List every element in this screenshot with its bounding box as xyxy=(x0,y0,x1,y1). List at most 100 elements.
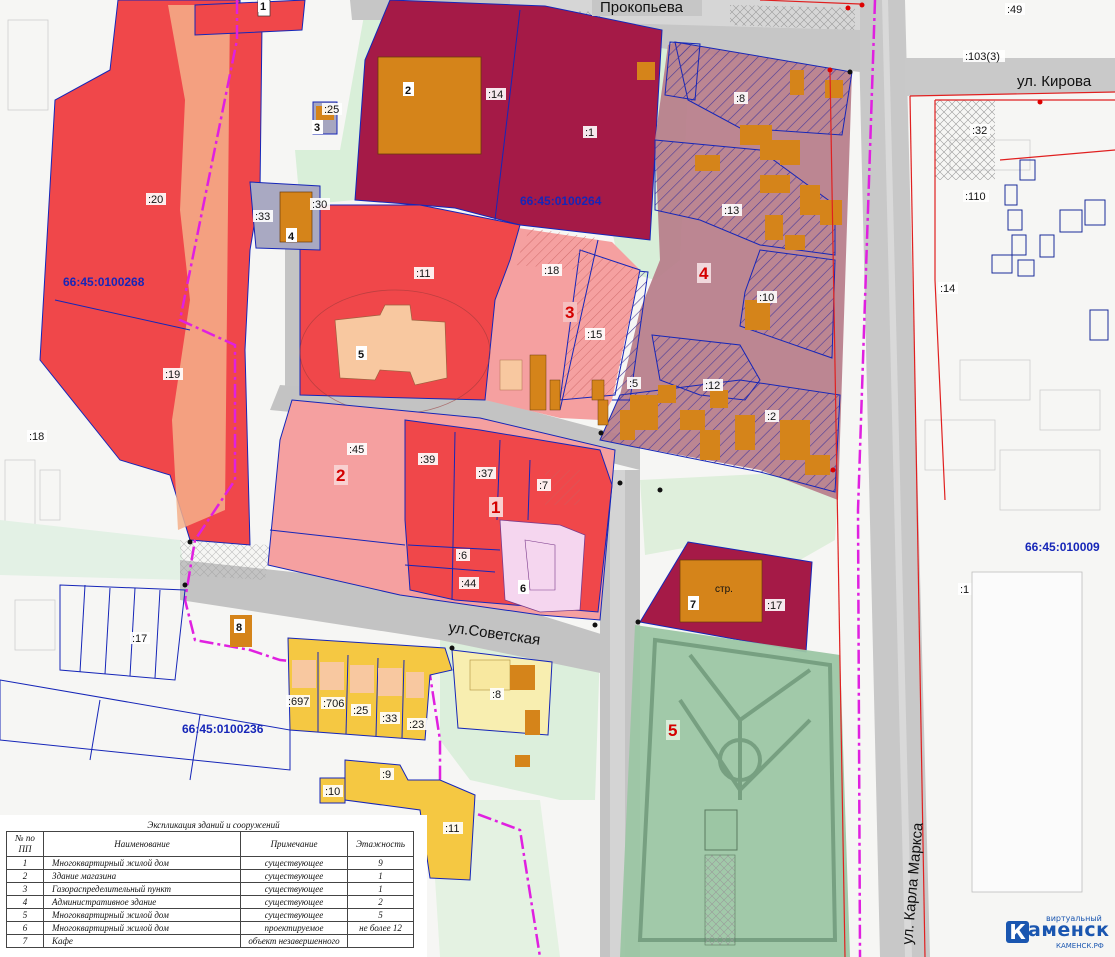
kamensk-logo[interactable]: виртуальный К аменск КАМЕНСК.РФ xyxy=(1006,914,1111,954)
building-number-6: 6 xyxy=(520,583,526,595)
parcel-6: :6 xyxy=(458,550,467,562)
parcel-30: :30 xyxy=(312,199,327,211)
zone-number-1: 1 xyxy=(491,498,500,517)
map-canvas[interactable]: Прокопьева ул. Кирова ул.Советская ул. К… xyxy=(0,0,1115,957)
legend-row: 7 Кафе объект незавершенного xyxy=(6,934,414,948)
legend-grid: № по ПП Наименование Примечание Этажност… xyxy=(6,831,414,948)
parcel-17-west: :17 xyxy=(132,633,147,645)
legend-cell-name: Многоквартирный жилой дом xyxy=(43,921,241,935)
legend-cell-floors: 2 xyxy=(347,895,414,909)
parcel-18: :18 xyxy=(544,265,559,277)
parcel-13: :13 xyxy=(724,205,739,217)
zone-number-2: 2 xyxy=(336,466,345,485)
parcel-32: :32 xyxy=(972,125,987,137)
parcel-14-east: :14 xyxy=(940,283,955,295)
legend-cell-note: существующее xyxy=(240,908,348,922)
legend-header-row: № по ПП Наименование Примечание Этажност… xyxy=(6,831,414,857)
street-prokopieva-label: Прокопьева xyxy=(600,0,684,16)
legend-cell-note: существующее xyxy=(240,882,348,896)
legend-row: 4 Административное здание существующее 2 xyxy=(6,895,414,909)
legend-header-name: Наименование xyxy=(43,831,241,857)
cadastral-block-236: 66:45:0100236 xyxy=(182,722,264,736)
zone-red-5[interactable] xyxy=(299,204,521,415)
legend-cell-note: существующее xyxy=(240,856,348,870)
legend-cell-number: 1 xyxy=(6,856,44,870)
building-number-2: 2 xyxy=(405,85,411,97)
legend-cell-number: 4 xyxy=(6,895,44,909)
legend-title: Экспликация зданий и сооружений xyxy=(147,820,280,830)
legend-table: Экспликация зданий и сооружений № по ПП … xyxy=(0,815,427,957)
cadastral-block-268: 66:45:0100268 xyxy=(63,275,145,289)
parcel-10-south: :10 xyxy=(325,786,340,798)
parcel-20: :20 xyxy=(148,194,163,206)
legend-cell-floors: 9 xyxy=(347,856,414,870)
parcel-11: :11 xyxy=(416,268,430,280)
legend-cell-number: 5 xyxy=(6,908,44,922)
parcel-2: :2 xyxy=(767,411,776,423)
parcel-18-west: :18 xyxy=(29,431,44,443)
legend-cell-name: Многоквартирный жилой дом xyxy=(43,856,241,870)
building-7-label: стр. xyxy=(715,584,733,595)
parcel-39: :39 xyxy=(420,454,435,466)
legend-row: 2 Здание магазина существующее 1 xyxy=(6,869,414,883)
parcel-5: :5 xyxy=(629,378,638,390)
cadastral-block-264: 66:45:0100264 xyxy=(520,194,602,208)
parcel-8-south: :8 xyxy=(492,689,501,701)
legend-cell-floors: 1 xyxy=(347,869,414,883)
zone-number-5: 5 xyxy=(668,721,677,740)
parcel-25: :25 xyxy=(324,104,339,116)
legend-cell-name: Административное здание xyxy=(43,895,241,909)
parcel-706: :706 xyxy=(323,698,344,710)
legend-cell-floors: 5 xyxy=(347,908,414,922)
zone-number-3: 3 xyxy=(565,303,574,322)
zone-maroon-north[interactable] xyxy=(354,0,663,241)
legend-cell-note: объект незавершенного xyxy=(240,934,348,948)
parcel-7: :7 xyxy=(539,480,548,492)
legend-cell-name: Многоквартирный жилой дом xyxy=(43,908,241,922)
parcel-19: :19 xyxy=(165,369,180,381)
parcel-23: :23 xyxy=(409,719,424,731)
parcel-103: :103(3) xyxy=(965,51,1000,63)
street-kirova-label: ул. Кирова xyxy=(1017,73,1092,90)
legend-row: 5 Многоквартирный жилой дом существующее… xyxy=(6,908,414,922)
legend-row: 1 Многоквартирный жилой дом существующее… xyxy=(6,856,414,870)
legend-cell-name: Кафе xyxy=(43,934,241,948)
parcel-11-south: :11 xyxy=(445,823,459,835)
legend-cell-floors: не более 12 xyxy=(347,921,414,935)
legend-cell-name: Газораспределительный пункт xyxy=(43,882,241,896)
legend-cell-number: 2 xyxy=(6,869,44,883)
parcel-697: :697 xyxy=(288,696,309,708)
building-number-3: 3 xyxy=(314,122,320,134)
building-number-5: 5 xyxy=(358,349,364,361)
legend-cell-floors xyxy=(347,934,414,948)
parcel-49: :49 xyxy=(1007,4,1022,16)
logo-letter: К xyxy=(1006,921,1029,943)
legend-cell-floors: 1 xyxy=(347,882,414,896)
building-number-8: 8 xyxy=(236,622,242,634)
legend-cell-note: существующее xyxy=(240,869,348,883)
parcel-17: :17 xyxy=(767,600,782,612)
parcel-37: :37 xyxy=(478,468,493,480)
legend-cell-name: Здание магазина xyxy=(43,869,241,883)
parcel-8: :8 xyxy=(736,93,745,105)
legend-header-floors: Этажность xyxy=(347,831,414,857)
parcel-25-south: :25 xyxy=(353,705,368,717)
parcel-14: :14 xyxy=(488,89,503,101)
east-block xyxy=(971,571,1083,893)
parcel-12: :12 xyxy=(705,380,720,392)
legend-cell-number: 6 xyxy=(6,921,44,935)
zone-green-park[interactable] xyxy=(620,625,850,957)
legend-row: 3 Газораспределительный пункт существующ… xyxy=(6,882,414,896)
parcel-1-east: :1 xyxy=(960,584,969,596)
parcel-45: :45 xyxy=(349,444,364,456)
parcel-1: :1 xyxy=(585,127,594,139)
logo-wordmark: аменск xyxy=(1028,919,1110,941)
cadastral-block-090: 66:45:010009 xyxy=(1025,540,1100,554)
parcel-10: :10 xyxy=(759,292,774,304)
legend-row: 6 Многоквартирный жилой дом проектируемо… xyxy=(6,921,414,935)
building-number-7: 7 xyxy=(690,599,696,611)
legend-header-note: Примечание xyxy=(240,831,348,857)
legend-cell-number: 7 xyxy=(6,934,44,948)
parcel-110: :110 xyxy=(965,191,986,203)
legend-cell-note: проектируемое xyxy=(240,921,348,935)
